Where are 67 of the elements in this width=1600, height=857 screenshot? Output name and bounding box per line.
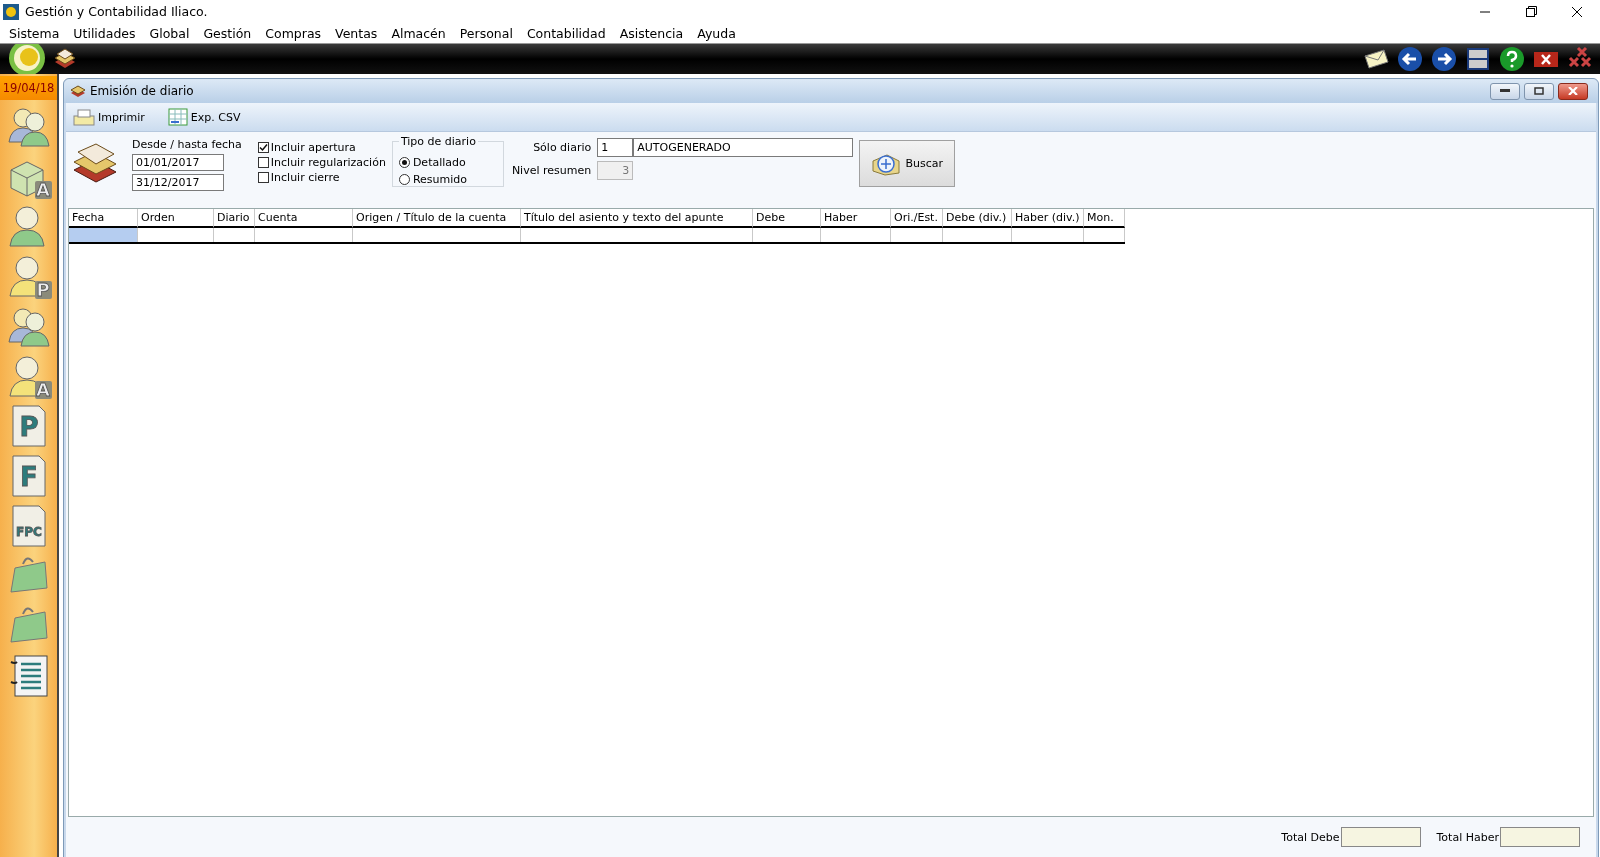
export-button[interactable]: Exp. CSV xyxy=(166,107,241,127)
books-icon xyxy=(70,84,86,98)
radio-button[interactable] xyxy=(398,157,410,168)
date-badge: 19/04/18 xyxy=(0,76,57,100)
column-header[interactable]: Debe (div.) xyxy=(943,209,1012,228)
window-title: Emisión de diario xyxy=(90,84,194,98)
restore-icon xyxy=(1525,6,1537,17)
column-header[interactable]: Cuenta xyxy=(255,209,353,228)
column-header[interactable]: Diario xyxy=(214,209,255,228)
maximize-button[interactable] xyxy=(1524,82,1554,100)
help-icon[interactable] xyxy=(1498,46,1526,72)
menu-item[interactable]: Global xyxy=(142,25,197,41)
menu-item[interactable]: Ventas xyxy=(328,25,385,41)
menu-item[interactable]: Contabilidad xyxy=(519,25,613,41)
split-view-icon[interactable] xyxy=(1464,46,1492,72)
menu-item[interactable]: Asistencia xyxy=(612,25,691,41)
column-header[interactable]: Haber xyxy=(821,209,891,228)
menu-item[interactable]: Almacén xyxy=(384,25,453,41)
menu-item[interactable]: Sistema xyxy=(2,25,67,41)
checkbox[interactable] xyxy=(257,157,269,168)
only-journal-label: Sólo diario xyxy=(532,141,593,154)
close-icon xyxy=(1568,87,1578,95)
menu-item[interactable]: Personal xyxy=(452,25,520,41)
checkbox-label: Incluir cierre xyxy=(270,171,340,184)
total-field[interactable] xyxy=(1340,827,1421,847)
close-icon xyxy=(1572,6,1582,17)
journal-code-field[interactable]: 1 xyxy=(597,138,634,157)
search-button[interactable]: Buscar xyxy=(859,140,956,187)
checkbox[interactable] xyxy=(257,172,269,183)
radio-button[interactable] xyxy=(398,174,410,185)
radio-label: Resumido xyxy=(412,173,467,186)
from-date-field[interactable]: 01/01/2017 xyxy=(132,154,224,171)
menu-item[interactable]: Utilidades xyxy=(66,25,143,41)
checkbox[interactable] xyxy=(257,142,269,153)
radio-label: Detallado xyxy=(412,156,466,169)
column-header[interactable]: Haber (div.) xyxy=(1012,209,1084,228)
total-label: Total Debe xyxy=(1281,830,1340,844)
checkbox-label: Incluir regularización xyxy=(270,156,386,169)
summary-level-label: Nivel resumen xyxy=(511,164,593,177)
printer-icon xyxy=(72,108,96,126)
maximize-icon xyxy=(1534,87,1544,95)
group-title: Tipo de diario xyxy=(398,135,478,148)
app-logo-icon xyxy=(3,3,19,20)
spreadsheet-icon xyxy=(166,107,189,127)
column-header[interactable]: Debe xyxy=(753,209,821,228)
journal-name-field[interactable]: AUTOGENERADO xyxy=(633,138,854,157)
date-range-label: Desde / hasta fecha xyxy=(132,138,242,151)
column-header[interactable]: Mon. xyxy=(1084,209,1125,228)
total-label: Total Haber xyxy=(1436,830,1499,844)
minimize-button[interactable] xyxy=(1490,82,1520,100)
column-header[interactable]: Título del asiento y texto del apunte xyxy=(521,209,753,228)
to-date-field[interactable]: 31/12/2017 xyxy=(132,174,224,191)
menu-item[interactable]: Compras xyxy=(258,25,329,41)
column-header[interactable]: Origen / Título de la cuenta xyxy=(353,209,521,228)
minimize-icon xyxy=(1500,89,1510,93)
column-header[interactable]: Orden xyxy=(138,209,214,228)
total-field[interactable] xyxy=(1500,827,1580,847)
menu-item[interactable]: Gestión xyxy=(196,25,259,41)
checkbox-label: Incluir apertura xyxy=(270,141,356,154)
column-header[interactable]: Fecha xyxy=(69,209,138,228)
envelope-icon[interactable] xyxy=(1362,46,1390,72)
window-title: Gestión y Contabilidad Iliaco. xyxy=(25,4,208,19)
table-cell[interactable] xyxy=(69,228,138,242)
menu-item[interactable]: Ayuda xyxy=(690,25,743,41)
column-header[interactable]: Ori./Est. xyxy=(891,209,943,228)
close-button[interactable] xyxy=(1558,82,1588,100)
print-button[interactable]: Imprimir xyxy=(72,108,145,126)
